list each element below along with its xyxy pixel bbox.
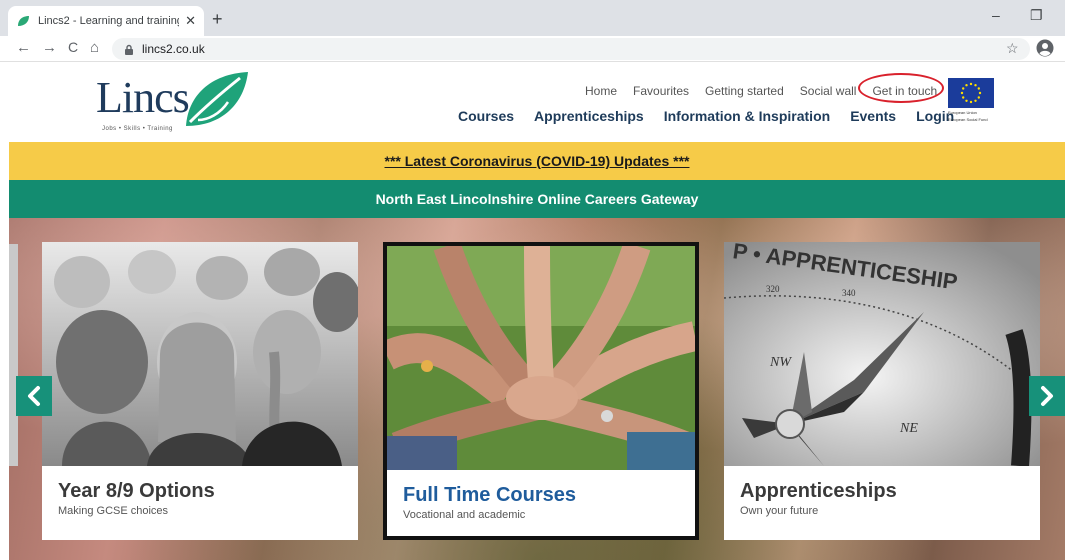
hero-carousel: Year 8/9 Options Making GCSE choices Ful… (9, 218, 1065, 560)
card-title[interactable]: Apprenticeships (740, 480, 897, 503)
main-nav-events[interactable]: Events (850, 108, 896, 124)
students-photo (42, 242, 358, 466)
profile-avatar-icon[interactable] (1036, 39, 1054, 57)
address-bar[interactable]: lincs2.co.uk (112, 38, 1030, 60)
reload-button[interactable]: C (68, 39, 78, 55)
bookmark-star-icon[interactable]: ☆ (1006, 40, 1019, 57)
restore-button[interactable]: ❐ (1030, 7, 1043, 24)
previous-card-sliver (9, 244, 18, 466)
tab-title: Lincs2 - Learning and training op (38, 15, 179, 27)
top-nav-home[interactable]: Home (585, 84, 617, 98)
card-caption: Apprenticeships Own your future (740, 480, 897, 517)
card-title[interactable]: Year 8/9 Options (58, 480, 215, 503)
minimize-button[interactable]: – (992, 7, 1000, 23)
hands-photo (387, 246, 695, 470)
card-year-8-9-options[interactable]: Year 8/9 Options Making GCSE choices (42, 242, 358, 540)
new-tab-button[interactable]: + (212, 9, 223, 30)
gateway-banner: North East Lincolnshire Online Careers G… (9, 180, 1065, 218)
browser-tabbar: Lincs2 - Learning and training op ✕ + – … (0, 0, 1065, 36)
gateway-title: North East Lincolnshire Online Careers G… (375, 191, 699, 207)
eu-caption-2: European Social Fund (948, 117, 988, 122)
logo-tagline: Jobs • Skills • Training (102, 126, 173, 132)
card-full-time-courses[interactable]: Full Time Courses Vocational and academi… (383, 242, 699, 540)
leaf-favicon-icon (18, 16, 29, 26)
card-subtitle: Vocational and academic (403, 509, 526, 521)
logo-text: Lincs (96, 73, 190, 122)
compass-photo-image: P • APPRENTICESHIP 320 340 NW NE (724, 242, 1040, 466)
main-nav-information-inspiration[interactable]: Information & Inspiration (664, 108, 830, 124)
browser-toolbar: ← → C ⌂ lincs2.co.uk ☆ (0, 36, 1065, 62)
compass-ne-label: NE (899, 421, 918, 436)
browser-tab[interactable]: Lincs2 - Learning and training op ✕ (8, 6, 204, 36)
lock-icon (125, 44, 133, 55)
get-in-touch-highlight-circle (858, 73, 944, 103)
main-nav: Courses Apprenticeships Information & In… (458, 108, 954, 124)
top-nav-getting-started[interactable]: Getting started (705, 84, 784, 98)
carousel-prev-button[interactable] (16, 376, 52, 416)
chevron-right-icon (1041, 386, 1053, 406)
site-header: Lincs Jobs • Skills • Training Home Favo… (0, 62, 1065, 142)
covid-banner: *** Latest Coronavirus (COVID-19) Update… (9, 142, 1065, 180)
card-subtitle: Own your future (740, 505, 819, 517)
eu-caption-1: European Union (948, 110, 977, 115)
compass-photo: P • APPRENTICESHIP 320 340 NW NE (724, 242, 1040, 466)
forward-button[interactable]: → (42, 39, 57, 56)
top-nav-favourites[interactable]: Favourites (633, 84, 689, 98)
top-nav-social-wall[interactable]: Social wall (800, 84, 857, 98)
url-text: lincs2.co.uk (142, 42, 205, 56)
card-caption: Full Time Courses Vocational and academi… (403, 484, 576, 521)
leaf-logo-icon (186, 72, 248, 126)
eu-flag-logo: European Union European Social Fund (948, 78, 994, 122)
chevron-left-icon (28, 386, 40, 406)
carousel-next-button[interactable] (1029, 376, 1065, 416)
main-nav-courses[interactable]: Courses (458, 108, 514, 124)
compass-340-label: 340 (842, 288, 856, 298)
lincs2-logo[interactable]: Lincs Jobs • Skills • Training (96, 68, 256, 134)
compass-nw-label: NW (769, 355, 792, 370)
hands-together-photo-image (387, 246, 695, 470)
tab-close-icon[interactable]: ✕ (185, 13, 196, 29)
card-title[interactable]: Full Time Courses (403, 484, 576, 507)
eu-stars-icon (948, 78, 994, 108)
students-photo-image (42, 242, 358, 466)
back-button[interactable]: ← (16, 39, 31, 56)
card-apprenticeships[interactable]: P • APPRENTICESHIP 320 340 NW NE Apprent… (724, 242, 1040, 540)
card-caption: Year 8/9 Options Making GCSE choices (58, 480, 215, 517)
home-button[interactable]: ⌂ (90, 39, 99, 56)
main-nav-apprenticeships[interactable]: Apprenticeships (534, 108, 644, 124)
card-subtitle: Making GCSE choices (58, 505, 169, 517)
covid-updates-link[interactable]: *** Latest Coronavirus (COVID-19) Update… (385, 153, 690, 169)
compass-320-label: 320 (766, 284, 780, 294)
